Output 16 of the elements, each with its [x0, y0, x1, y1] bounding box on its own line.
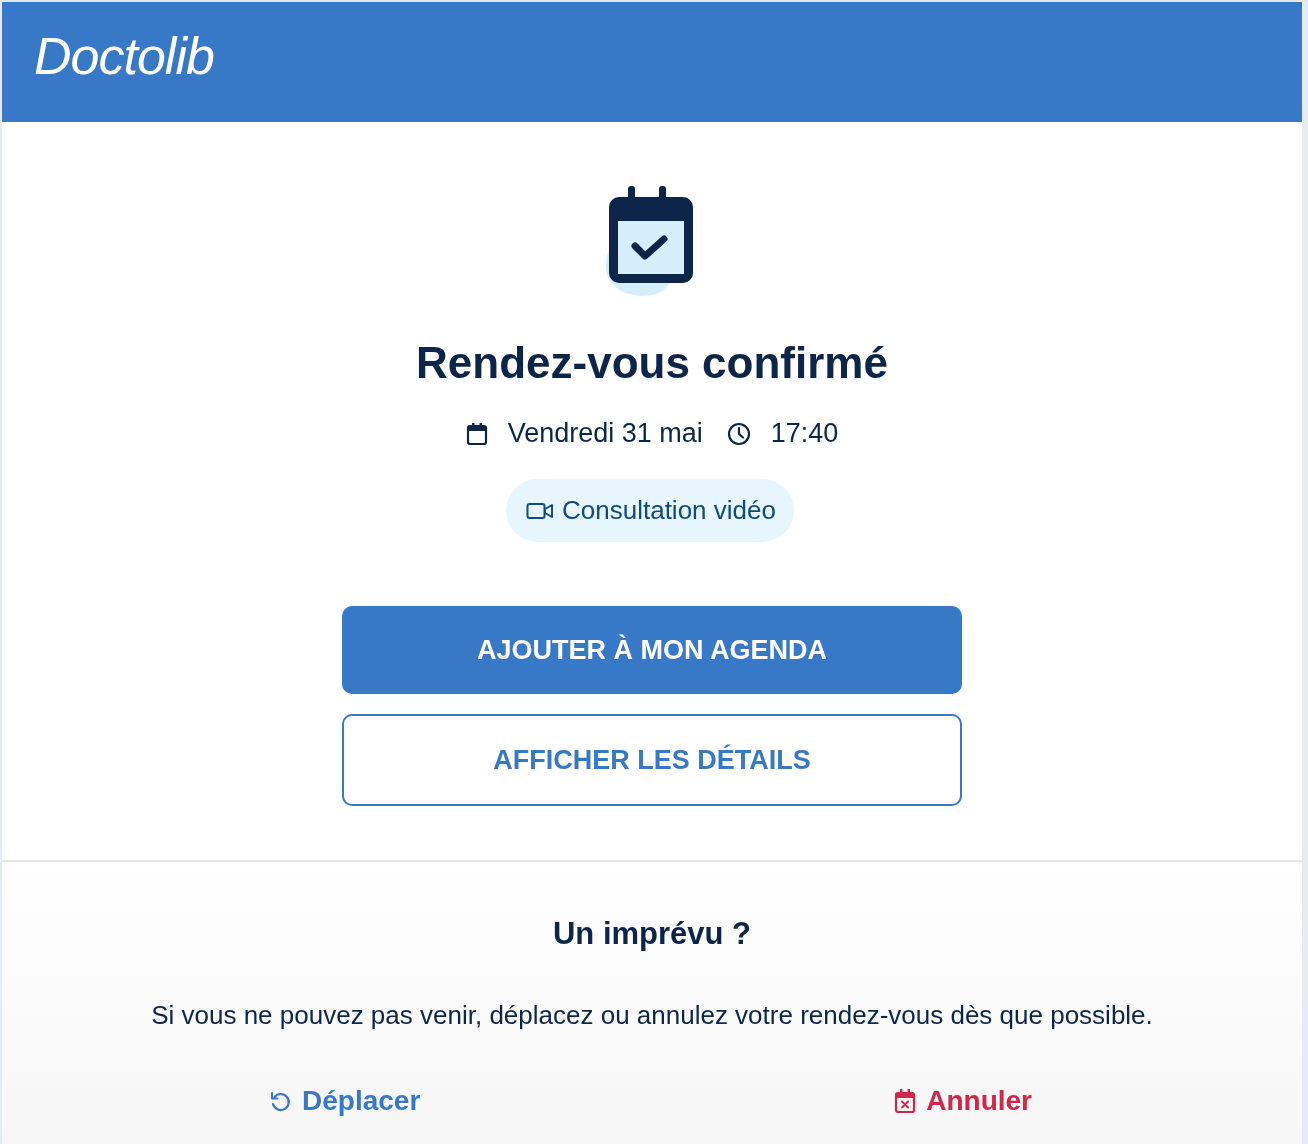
video-camera-icon	[526, 500, 555, 521]
appointment-date: Vendredi 31 mai	[507, 418, 703, 449]
appointment-time: 17:40	[770, 418, 839, 449]
cancel-link[interactable]: Annuler	[894, 1085, 1032, 1117]
section-title: Un imprévu ?	[552, 916, 752, 952]
show-details-button[interactable]: AFFICHER LES DÉTAILS	[342, 714, 962, 806]
clock-icon	[726, 421, 751, 446]
reschedule-link[interactable]: Déplacer	[268, 1085, 421, 1117]
calendar-icon	[465, 421, 488, 446]
confirmation-title: Rendez-vous confirmé	[416, 338, 888, 388]
consultation-type: Consultation vidéo	[562, 495, 776, 526]
add-to-calendar-button[interactable]: AJOUTER À MON AGENDA	[342, 606, 962, 694]
calendar-x-icon	[894, 1088, 917, 1114]
info-text: Si vous ne pouvez pas venir, déplacez ou annulez votre rendez-vous dès que possible.	[151, 1000, 1153, 1031]
logo[interactable]: Doctolib	[34, 26, 214, 86]
undo-icon	[268, 1089, 292, 1113]
